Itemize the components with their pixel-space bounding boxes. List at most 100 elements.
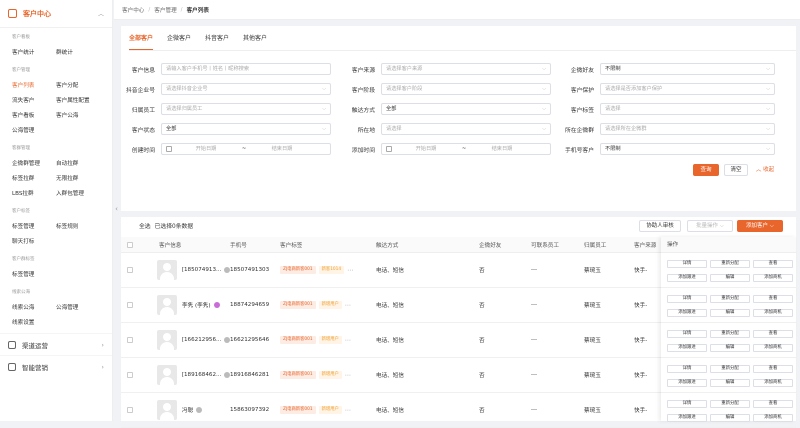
sidebar-item[interactable]: 聊天打标 — [12, 237, 56, 245]
view-button[interactable]: 查看 — [753, 330, 793, 338]
row-checkbox[interactable] — [127, 372, 133, 378]
add-time-range[interactable]: 开始日期 ~ 结束日期 — [381, 143, 551, 155]
sidebar-item[interactable]: 客户列表 — [12, 81, 56, 89]
add-followup-button[interactable]: 添加跟进 — [667, 274, 707, 282]
wecom-group-select[interactable]: 请选择所在企微群 ⌵ — [600, 123, 775, 135]
customer-tag-select[interactable]: 请选择 ⌵ — [600, 103, 775, 115]
row-checkbox[interactable] — [127, 407, 133, 413]
owner-staff-select[interactable]: 请选择归属员工 ⌵ — [161, 103, 331, 115]
customer-info-input[interactable]: 请输入客户手机号丨姓名丨昵称搜索 — [161, 63, 331, 75]
more-icon[interactable]: ⋯ — [345, 407, 351, 414]
tab-other-customers[interactable]: 其他客户 — [243, 32, 267, 50]
sidebar-item[interactable]: 线索公海 — [12, 303, 56, 311]
reassign-button[interactable]: 重新分配 — [710, 295, 750, 303]
row-checkbox[interactable] — [127, 267, 133, 273]
detail-button[interactable]: 详情 — [667, 330, 707, 338]
view-button[interactable]: 查看 — [753, 260, 793, 268]
query-button[interactable]: 查询 — [693, 164, 719, 176]
view-button[interactable]: 查看 — [753, 365, 793, 373]
create-time-range[interactable]: 开始日期 ~ 结束日期 — [161, 143, 331, 155]
sidebar-item[interactable]: LBS拉群 — [12, 189, 56, 197]
sidebar-item[interactable]: 无限拉群 — [56, 174, 100, 182]
row-checkbox[interactable] — [127, 302, 133, 308]
wecom-friend-select[interactable]: 不限制 ⌵ — [600, 63, 775, 75]
customer-name[interactable]: [189168462... — [182, 372, 221, 378]
edit-button[interactable]: 编辑 — [710, 379, 750, 387]
sidebar-item[interactable]: 客户公海 — [56, 111, 100, 119]
add-customer-button[interactable]: 添加客户 ⌵ — [737, 220, 783, 232]
add-followup-button[interactable]: 添加跟进 — [667, 344, 707, 352]
add-opportunity-button[interactable]: 添加商机 — [753, 379, 793, 387]
sidebar-item[interactable]: 流失客户 — [12, 96, 56, 104]
add-followup-button[interactable]: 添加跟进 — [667, 309, 707, 317]
sidebar-item[interactable]: 企微群管理 — [12, 159, 56, 167]
more-icon[interactable]: ⋯ — [345, 337, 351, 344]
detail-button[interactable]: 详情 — [667, 260, 707, 268]
customer-name[interactable]: 李隽 (李隽) — [182, 301, 211, 309]
sidebar-item[interactable]: 标签拉群 — [12, 174, 56, 182]
customer-stage-select[interactable]: 请选择客户阶段 ⌵ — [381, 83, 551, 95]
sidebar-header[interactable]: 客户中心 ︿ — [0, 0, 112, 28]
edit-button[interactable]: 编辑 — [710, 344, 750, 352]
douyin-account-select[interactable]: 请选择抖音企业号 ⌵ — [161, 83, 331, 95]
customer-tag: 新增用户 — [318, 336, 342, 344]
reassign-button[interactable]: 重新分配 — [710, 365, 750, 373]
select-all-label[interactable]: 全选 — [139, 221, 151, 230]
sidebar-item[interactable]: 标签规则 — [56, 222, 100, 230]
customer-protect-select[interactable]: 请选择是否添加客户保护 ⌵ — [600, 83, 775, 95]
reassign-button[interactable]: 重新分配 — [710, 400, 750, 408]
more-icon[interactable]: ⋯ — [347, 267, 353, 274]
detail-button[interactable]: 详情 — [667, 295, 707, 303]
edit-button[interactable]: 编辑 — [710, 309, 750, 317]
sidebar-item[interactable]: 群统计 — [56, 48, 100, 56]
clear-button[interactable]: 清空 — [724, 164, 748, 176]
assist-review-button[interactable]: 协助人审核 — [639, 220, 681, 232]
sidebar-item[interactable]: 公海管理 — [12, 126, 56, 134]
view-button[interactable]: 查看 — [753, 295, 793, 303]
more-icon[interactable]: ⋯ — [345, 302, 351, 309]
reassign-button[interactable]: 重新分配 — [710, 330, 750, 338]
edit-button[interactable]: 编辑 — [710, 274, 750, 282]
tab-douyin-customers[interactable]: 抖音客户 — [205, 32, 229, 50]
sidebar-item[interactable]: 入群包管理 — [56, 189, 100, 197]
sidebar-item[interactable]: 客户统计 — [12, 48, 56, 56]
sidebar-item[interactable]: 自动拉群 — [56, 159, 100, 167]
add-opportunity-button[interactable]: 添加商机 — [753, 309, 793, 317]
breadcrumb-item[interactable]: 客户管理 — [154, 6, 176, 14]
sidebar-collapse-icon[interactable]: ‹ — [113, 202, 120, 216]
customer-name[interactable]: [166212956... — [182, 337, 221, 343]
sidebar-item[interactable]: 客户属性配置 — [56, 96, 100, 104]
add-opportunity-button[interactable]: 添加商机 — [753, 274, 793, 282]
customer-name[interactable]: 冯聪 — [182, 406, 193, 414]
customer-source-select[interactable]: 请选择客户来源 ⌵ — [381, 63, 551, 75]
sidebar-item-channel[interactable]: 渠道运营 › — [0, 333, 112, 355]
customer-tag: 新增用户 — [318, 371, 342, 379]
customer-tag: 新客1014 — [318, 266, 345, 274]
sidebar-item[interactable]: 客户看板 — [12, 111, 56, 119]
tab-wecom-customers[interactable]: 企微客户 — [167, 32, 191, 50]
batch-operation-button[interactable]: 批量操作 ⌵ — [687, 220, 733, 232]
sidebar-item[interactable]: 客户分配 — [56, 81, 100, 89]
row-checkbox[interactable] — [127, 337, 133, 343]
add-followup-button[interactable]: 添加跟进 — [667, 379, 707, 387]
location-select[interactable]: 请选择 ⌵ — [381, 123, 551, 135]
sidebar-item[interactable]: 线索设置 — [12, 318, 56, 326]
tab-all-customers[interactable]: 全部客户 — [129, 32, 154, 50]
reach-method-select[interactable]: 全部 ⌵ — [381, 103, 551, 115]
customer-status-select[interactable]: 全部 ⌵ — [161, 123, 331, 135]
breadcrumb-item[interactable]: 客户中心 — [122, 6, 144, 14]
reassign-button[interactable]: 重新分配 — [710, 260, 750, 268]
sidebar-item[interactable]: 标签管理 — [12, 222, 56, 230]
add-opportunity-button[interactable]: 添加商机 — [753, 344, 793, 352]
detail-button[interactable]: 详情 — [667, 365, 707, 373]
view-button[interactable]: 查看 — [753, 400, 793, 408]
header-checkbox[interactable] — [127, 241, 133, 248]
collapse-filter-button[interactable]: ︿ 收起 — [753, 164, 777, 176]
more-icon[interactable]: ⋯ — [345, 372, 351, 379]
sidebar-item-marketing[interactable]: 智能营销 › — [0, 355, 112, 377]
customer-name[interactable]: [185074913... — [182, 267, 221, 273]
sidebar-item[interactable]: 公海管理 — [56, 303, 100, 311]
detail-button[interactable]: 详情 — [667, 400, 707, 408]
sidebar-item[interactable]: 标签管理 — [12, 270, 56, 278]
phone-customer-select[interactable]: 不限制 ⌵ — [600, 143, 775, 155]
